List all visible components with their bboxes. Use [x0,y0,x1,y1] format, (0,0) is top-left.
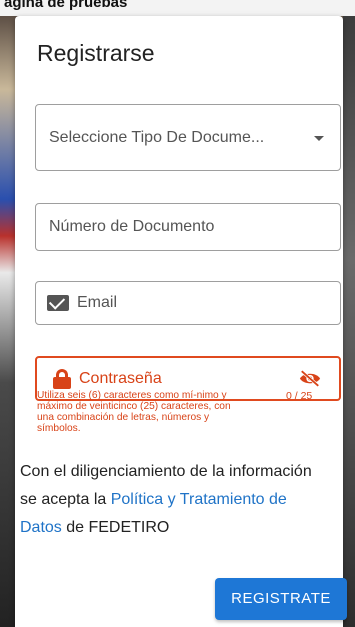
email-placeholder: Email [77,294,118,311]
password-helper-text: Utiliza seis (6) caracteres como mí-nimo… [37,390,231,434]
document-type-select[interactable]: Seleccione Tipo De Docume... [35,104,341,171]
document-number-placeholder: Número de Documento [49,218,215,235]
password-char-counter: 0 / 25 [286,390,313,402]
consent-text-after: de FEDETIRO [61,519,170,536]
document-number-field[interactable]: Número de Documento [35,203,341,251]
eye-off-icon[interactable] [299,370,321,387]
background-image-right [343,16,355,627]
password-placeholder: Contraseña [79,369,162,387]
document-type-placeholder: Seleccione Tipo De Docume... [49,128,265,146]
consent-text: Con el diligenciamiento de la informació… [20,458,320,542]
email-field[interactable]: Email [35,281,341,325]
lock-icon [53,368,71,389]
dialog-title: Registrarse [37,40,155,66]
mail-icon [47,295,69,311]
chevron-down-icon [314,136,324,141]
background-header-text: agina de pruebas [0,0,355,16]
register-button[interactable]: REGISTRATE [215,578,347,620]
